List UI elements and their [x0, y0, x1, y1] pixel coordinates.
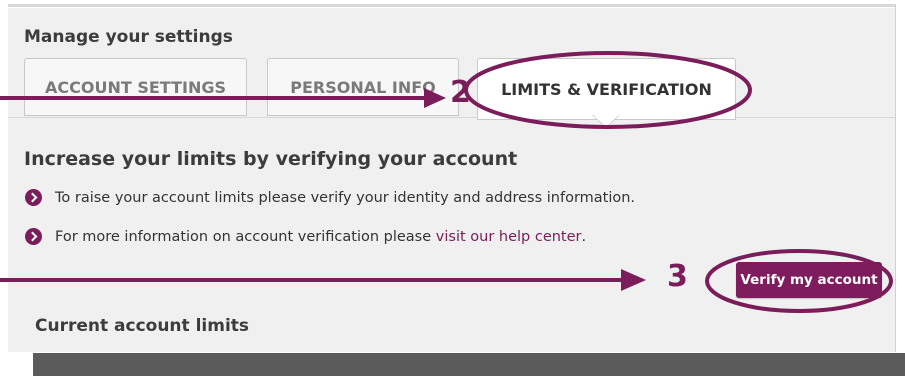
tab-limits-verification[interactable]: LIMITS & VERIFICATION	[477, 58, 736, 120]
tab-account-settings[interactable]: ACCOUNT SETTINGS	[24, 58, 247, 116]
tab-label: LIMITS & VERIFICATION	[501, 79, 712, 99]
tab-underline	[8, 117, 896, 118]
verification-heading: Increase your limits by verifying your a…	[24, 148, 518, 170]
verify-account-button[interactable]: Verify my account	[736, 262, 882, 298]
bullet-text-suffix: .	[581, 228, 587, 245]
chevron-right-icon	[25, 228, 42, 245]
bullet-text: To raise your account limits please veri…	[55, 189, 636, 206]
list-item: To raise your account limits please veri…	[25, 189, 635, 206]
active-tab-caret	[593, 115, 619, 127]
current-limits-heading: Current account limits	[35, 316, 250, 336]
tab-label: ACCOUNT SETTINGS	[45, 77, 226, 97]
tab-label: PERSONAL INFO	[290, 77, 436, 97]
step2-number: 2	[450, 75, 471, 110]
step3-number: 3	[667, 259, 688, 294]
verify-button-label: Verify my account	[740, 272, 878, 288]
bullet-text-prefix: For more information on account verifica…	[55, 228, 436, 245]
top-border	[8, 4, 896, 7]
chevron-right-icon	[25, 189, 42, 206]
help-center-link[interactable]: visit our help center	[436, 229, 582, 245]
page-title: Manage your settings	[24, 27, 233, 47]
bottom-margin	[0, 353, 33, 376]
list-item: For more information on account verifica…	[25, 228, 586, 245]
tab-personal-info[interactable]: PERSONAL INFO	[267, 58, 459, 116]
bottom-dark-strip	[33, 353, 905, 376]
panel-right-border	[895, 4, 896, 352]
